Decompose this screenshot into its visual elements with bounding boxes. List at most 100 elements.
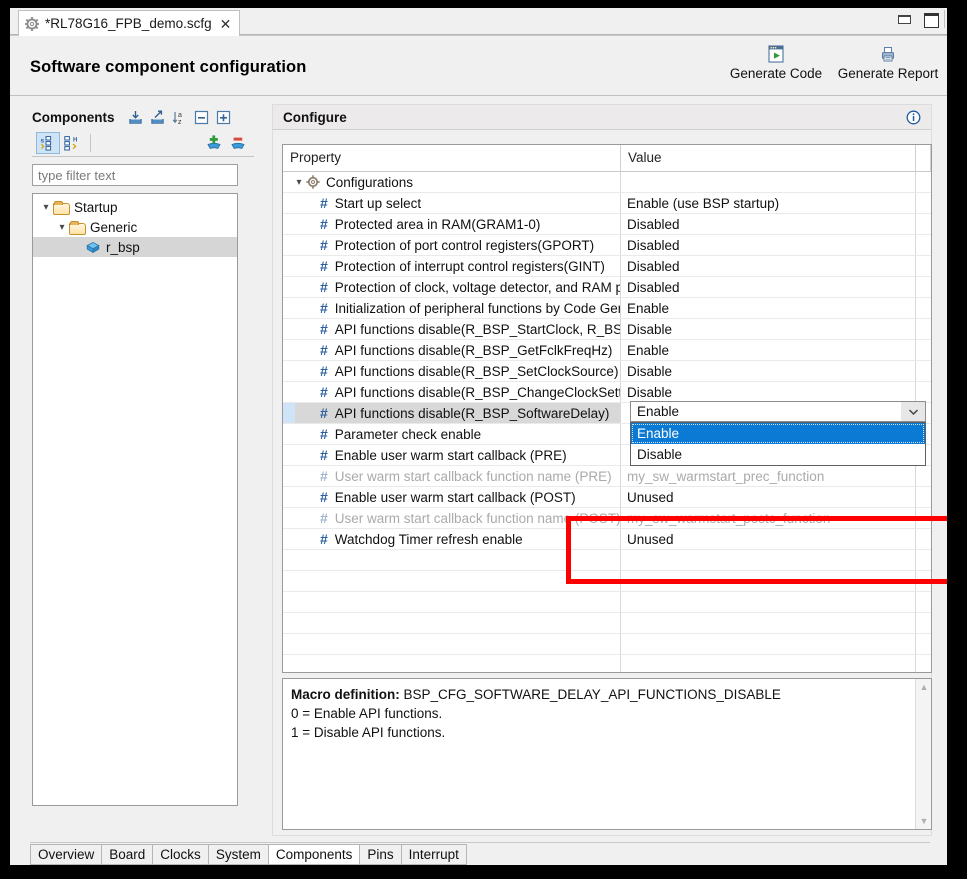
group-by-type-icon[interactable]: H	[60, 132, 84, 154]
tab-overview[interactable]: Overview	[30, 844, 102, 865]
macro-hash-icon: #	[320, 300, 328, 316]
chevron-down-icon[interactable]: ▾	[39, 202, 53, 213]
cell-text: Configurations	[326, 174, 414, 190]
table-row[interactable]: # Protection of interrupt control regist…	[283, 256, 931, 277]
tree-item-label: r_bsp	[106, 239, 140, 255]
macro-hash-icon: #	[320, 489, 328, 505]
cell-value[interactable]: Enable	[621, 340, 916, 360]
cell-extra	[916, 172, 931, 192]
table-row-empty	[283, 655, 931, 672]
dropdown-option-enable[interactable]: Enable	[631, 423, 925, 444]
cell-text: API functions disable(R_BSP_GetFclkFreqH…	[334, 342, 613, 358]
chevron-down-icon[interactable]	[901, 402, 925, 421]
sort-az-icon[interactable]: a z	[171, 109, 188, 126]
table-row[interactable]: # Protection of clock, voltage detector,…	[283, 277, 931, 298]
cell-extra	[916, 634, 931, 654]
scroll-up-icon[interactable]: ▲	[916, 679, 931, 695]
table-row[interactable]: # Initialization of peripheral functions…	[283, 298, 931, 319]
cell-property: # Protection of port control registers(G…	[283, 235, 621, 255]
cell-text: Protection of interrupt control register…	[334, 258, 605, 274]
macro-scrollbar[interactable]: ▲ ▼	[915, 679, 931, 829]
tab-interrupt[interactable]: Interrupt	[400, 844, 467, 865]
toolbar-divider	[90, 134, 91, 152]
tab-system[interactable]: System	[207, 844, 268, 865]
tree-item-generic[interactable]: ▾ Generic	[33, 217, 237, 237]
tab-board[interactable]: Board	[101, 844, 153, 865]
tab-components[interactable]: Components	[267, 844, 360, 865]
cell-text: API functions disable(R_BSP_ChangeClockS…	[334, 384, 621, 400]
components-header-tools: a z	[127, 109, 232, 126]
cell-text: Protected area in RAM(GRAM1-0)	[334, 216, 541, 232]
add-component-icon[interactable]	[202, 132, 226, 154]
tree-item-r-bsp[interactable]: r_bsp	[33, 237, 237, 257]
chevron-down-icon[interactable]: ▾	[292, 177, 306, 188]
table-row[interactable]: # Watchdog Timer refresh enable Unused	[283, 529, 931, 550]
info-icon[interactable]	[906, 110, 921, 125]
cell-value[interactable]: Unused	[621, 487, 916, 507]
table-row-empty	[283, 550, 931, 571]
editor-tab[interactable]: *RL78G16_FPB_demo.scfg ✕	[18, 10, 241, 36]
table-row[interactable]: # API functions disable(R_BSP_ChangeCloc…	[283, 382, 931, 403]
cell-value[interactable]: Disabled	[621, 235, 916, 255]
cell-value: my_sw_warmstart_prec_function	[621, 466, 916, 486]
cell-property: # API functions disable(R_BSP_GetFclkFre…	[283, 340, 621, 360]
tab-pins[interactable]: Pins	[359, 844, 401, 865]
table-row[interactable]: # API functions disable(R_BSP_GetFclkFre…	[283, 340, 931, 361]
scroll-down-icon[interactable]: ▼	[916, 813, 931, 829]
cell-value[interactable]: Disabled	[621, 256, 916, 276]
expand-all-icon[interactable]	[215, 109, 232, 126]
close-icon[interactable]: ✕	[218, 17, 234, 31]
table-row[interactable]: ▾ Configurations	[283, 172, 931, 193]
cell-value[interactable]: Enable (use BSP startup)	[621, 193, 916, 213]
cell-value[interactable]: Disable	[621, 319, 916, 339]
maximize-icon[interactable]	[924, 12, 939, 28]
cell-extra	[916, 487, 931, 507]
remove-component-icon[interactable]	[226, 132, 250, 154]
cell-value[interactable]: Enable	[621, 298, 916, 318]
generate-code-button[interactable]: Generate Code	[721, 39, 831, 81]
cell-extra	[916, 571, 931, 591]
value-dropdown[interactable]: Enable	[630, 401, 926, 422]
chevron-down-icon[interactable]: ▾	[55, 222, 69, 233]
filter-input[interactable]	[32, 164, 238, 186]
cell-value[interactable]: Disable	[621, 361, 916, 381]
cell-text: Initialization of peripheral functions b…	[334, 300, 620, 316]
table-row[interactable]: # Protection of port control registers(G…	[283, 235, 931, 256]
export-icon[interactable]	[149, 109, 166, 126]
property-table[interactable]: Property Value ▾ Configurations # Start …	[282, 144, 932, 673]
table-row[interactable]: # Start up select Enable (use BSP startu…	[283, 193, 931, 214]
cell-text: API functions disable(R_BSP_StartClock, …	[334, 321, 621, 337]
group-by-component-icon[interactable]: s	[36, 132, 60, 154]
dropdown-options-list[interactable]: Enable Disable	[630, 422, 926, 466]
cell-extra	[916, 592, 931, 612]
collapse-all-icon[interactable]	[193, 109, 210, 126]
gear-icon	[25, 16, 39, 31]
components-tree[interactable]: ▾ Startup ▾ Generic r_bsp	[32, 193, 238, 806]
tab-clocks[interactable]: Clocks	[152, 844, 208, 865]
column-header-property[interactable]: Property	[283, 145, 621, 172]
cell-property: # Protection of interrupt control regist…	[283, 256, 621, 276]
cell-extra	[916, 214, 931, 234]
cell-value[interactable]: Disable	[621, 382, 916, 402]
generate-report-button[interactable]: Generate Report	[833, 39, 943, 81]
generate-report-label: Generate Report	[837, 66, 939, 81]
table-row[interactable]: # API functions disable(R_BSP_SetClockSo…	[283, 361, 931, 382]
table-row[interactable]: # Enable user warm start callback (POST)…	[283, 487, 931, 508]
minimize-icon[interactable]	[897, 12, 911, 25]
cell-value[interactable]: Disabled	[621, 277, 916, 297]
cell-property	[283, 655, 621, 672]
import-icon[interactable]	[127, 109, 144, 126]
tree-item-startup[interactable]: ▾ Startup	[33, 197, 237, 217]
cell-value[interactable]	[621, 172, 916, 192]
cell-extra	[916, 613, 931, 633]
cell-property: # API functions disable(R_BSP_SoftwareDe…	[283, 403, 621, 423]
cell-value[interactable]: Disabled	[621, 214, 916, 234]
table-row[interactable]: # API functions disable(R_BSP_StartClock…	[283, 319, 931, 340]
cell-extra	[916, 193, 931, 213]
column-header-value[interactable]: Value	[621, 145, 916, 172]
table-row[interactable]: # Protected area in RAM(GRAM1-0) Disable…	[283, 214, 931, 235]
macro-hash-icon: #	[320, 447, 328, 463]
cell-value[interactable]: Unused	[621, 529, 916, 549]
dropdown-option-disable[interactable]: Disable	[631, 444, 925, 465]
cell-property: # API functions disable(R_BSP_StartClock…	[283, 319, 621, 339]
